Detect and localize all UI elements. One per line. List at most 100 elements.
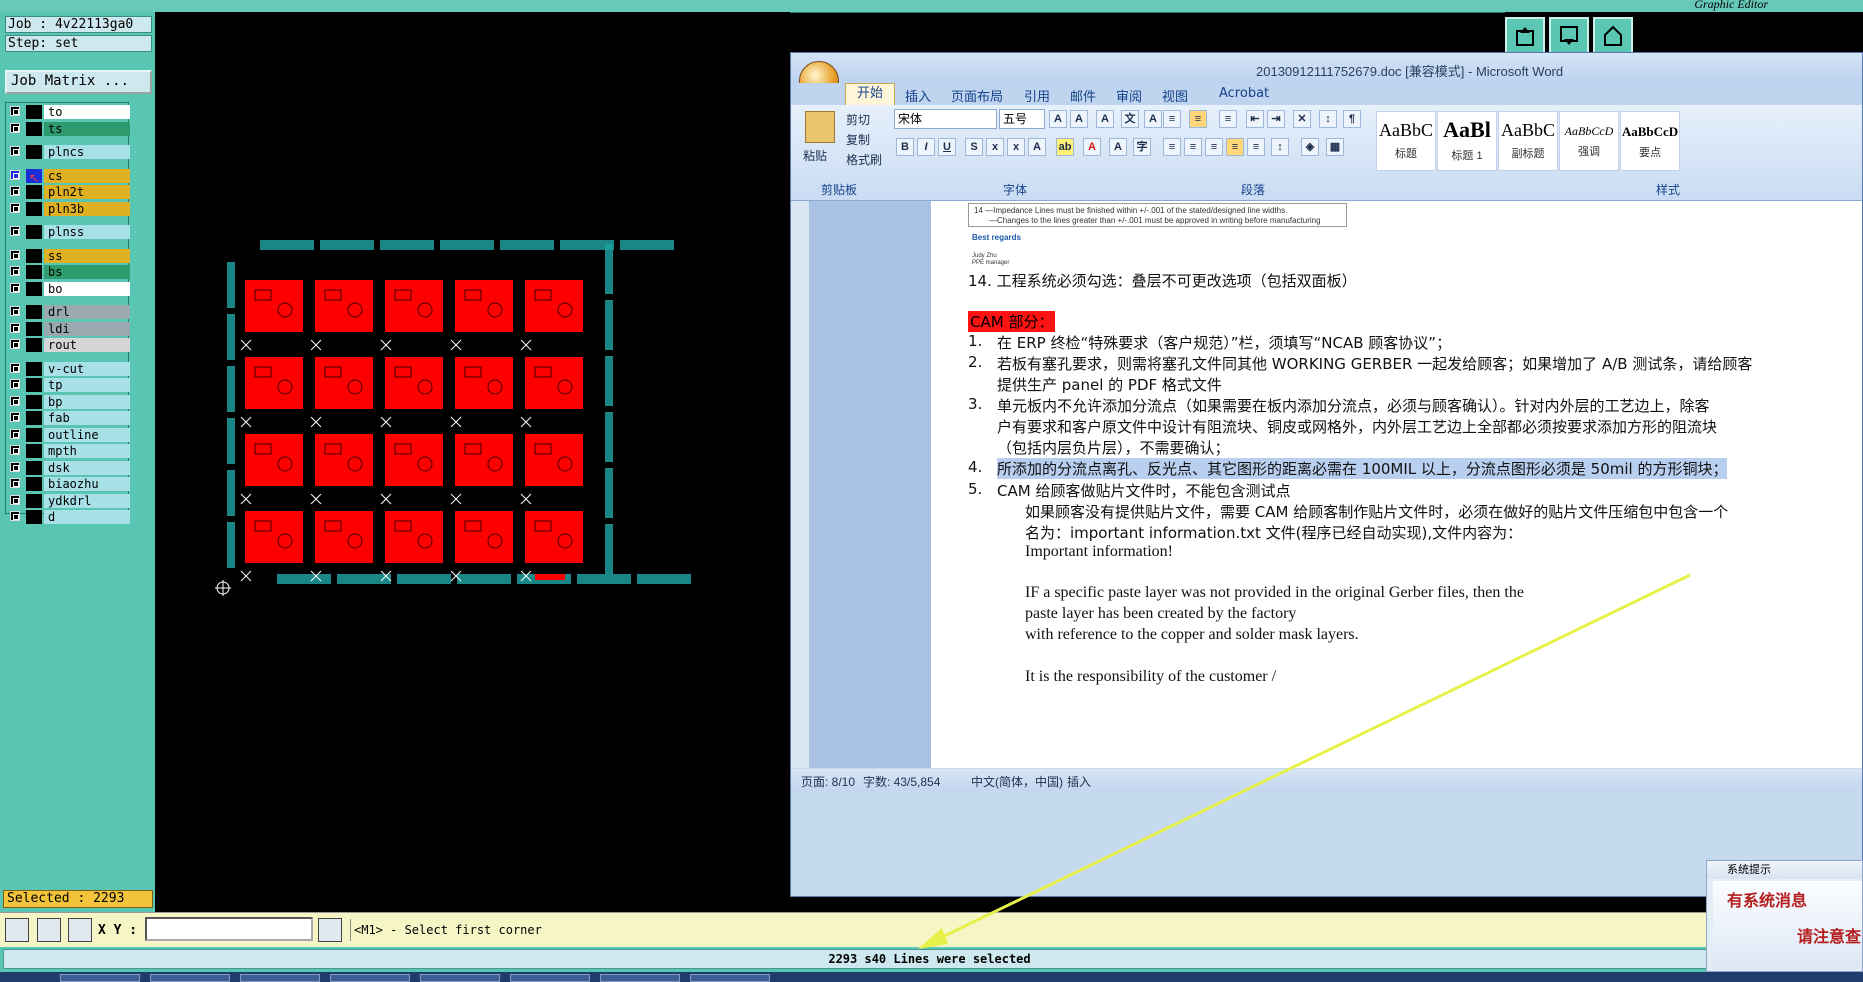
layer-row-tp[interactable]: tp: [8, 378, 130, 392]
enclose-char-icon[interactable]: 字: [1133, 138, 1151, 156]
download-icon[interactable]: [1549, 17, 1589, 55]
font-color-icon[interactable]: A: [1083, 138, 1101, 156]
system-notification-popup[interactable]: 系统提示 有系统消息 请注意查: [1706, 860, 1863, 972]
subscript-icon[interactable]: x: [986, 138, 1004, 156]
layer-row-ss[interactable]: ss: [8, 248, 130, 263]
style-2[interactable]: AaBbC 副标题: [1498, 111, 1558, 171]
upload-icon[interactable]: [1505, 17, 1545, 55]
layer-row-dsk[interactable]: dsk: [8, 460, 130, 475]
measure-icon[interactable]: [37, 918, 61, 942]
layer-row-pln2t[interactable]: pln2t: [8, 185, 130, 199]
insert-mode[interactable]: 插入: [1067, 773, 1091, 790]
shading-icon[interactable]: ◈: [1301, 138, 1319, 156]
tab-view[interactable]: 视图: [1162, 86, 1188, 105]
taskbar-item[interactable]: [60, 974, 140, 982]
layer-checkbox[interactable]: [10, 478, 20, 488]
layer-checkbox[interactable]: [10, 169, 20, 180]
paste-button[interactable]: 粘贴: [803, 147, 827, 164]
home-icon[interactable]: [1593, 17, 1633, 55]
layer-row-v-cut[interactable]: v-cut: [8, 361, 130, 376]
taskbar-item[interactable]: [510, 974, 590, 982]
borders-icon[interactable]: ▦: [1326, 138, 1344, 156]
taskbar-item[interactable]: [150, 974, 230, 982]
language-indicator[interactable]: 中文(简体，中国): [971, 773, 1063, 790]
layer-checkbox[interactable]: [10, 461, 20, 472]
layer-row-ts[interactable]: ts: [8, 121, 130, 136]
clear-format-icon[interactable]: A: [1096, 110, 1114, 128]
layer-checkbox[interactable]: [10, 226, 20, 236]
tab-insert[interactable]: 插入: [905, 86, 931, 105]
layer-checkbox[interactable]: [10, 266, 20, 276]
layer-checkbox[interactable]: [10, 186, 20, 196]
layer-checkbox[interactable]: [10, 146, 20, 156]
char-shading-icon[interactable]: A: [1109, 138, 1127, 156]
layer-row-plnss[interactable]: plnss: [8, 225, 130, 239]
style-4[interactable]: AaBbCcD 要点: [1620, 111, 1680, 171]
layer-checkbox[interactable]: [10, 494, 20, 505]
taskbar-item[interactable]: [600, 974, 680, 982]
taskbar-item[interactable]: [690, 974, 770, 982]
copy-button[interactable]: 复制: [846, 131, 870, 148]
distributed-icon[interactable]: ≡: [1247, 138, 1265, 156]
layer-row-ldi[interactable]: ldi: [8, 321, 130, 336]
layer-checkbox[interactable]: [10, 282, 20, 293]
layer-checkbox[interactable]: [10, 395, 20, 406]
layer-row-mpth[interactable]: mpth: [8, 444, 130, 458]
layer-row-ydkdrl[interactable]: ydkdrl: [8, 493, 130, 508]
align-left-icon[interactable]: ≡: [1163, 138, 1181, 156]
document-page[interactable]: 14 —Impedance Lines must be finished wit…: [931, 201, 1862, 768]
highlight-icon[interactable]: ab: [1056, 138, 1074, 156]
layer-row-plncs[interactable]: plncs: [8, 145, 130, 159]
multilevel-icon[interactable]: ≡: [1219, 110, 1237, 128]
layer-checkbox[interactable]: [10, 306, 20, 316]
graphic-canvas[interactable]: [155, 12, 790, 912]
numbering-icon[interactable]: ≡: [1189, 110, 1207, 128]
layer-row-bs[interactable]: bs: [8, 265, 130, 279]
chinese-layout-icon[interactable]: ✕: [1293, 110, 1311, 128]
layer-checkbox[interactable]: [10, 379, 20, 389]
word-count[interactable]: 字数: 43/5,854: [863, 773, 940, 790]
sort-icon[interactable]: ↕: [1319, 110, 1337, 128]
layer-row-rout[interactable]: rout: [8, 338, 130, 352]
tab-references[interactable]: 引用: [1024, 86, 1050, 105]
decrease-indent-icon[interactable]: ⇤: [1246, 110, 1264, 128]
align-right-icon[interactable]: ≡: [1205, 138, 1223, 156]
layer-row-to[interactable]: to: [8, 105, 130, 119]
layer-row-cs[interactable]: ↖ cs: [8, 168, 130, 185]
tab-review[interactable]: 审阅: [1116, 86, 1142, 105]
cursor-icon[interactable]: [318, 918, 342, 942]
tab-page-layout[interactable]: 页面布局: [951, 86, 1003, 105]
layer-checkbox[interactable]: [10, 122, 20, 133]
layer-row-d[interactable]: d: [8, 510, 130, 524]
page-indicator[interactable]: 页面: 8/10: [801, 773, 855, 790]
layer-row-fab[interactable]: fab: [8, 411, 130, 425]
taskbar-item[interactable]: [330, 974, 410, 982]
taskbar-item[interactable]: [420, 974, 500, 982]
italic-icon[interactable]: I: [917, 138, 935, 156]
align-center-icon[interactable]: ≡: [1184, 138, 1202, 156]
zoom-area-icon[interactable]: [5, 918, 29, 942]
layer-checkbox[interactable]: [10, 428, 20, 439]
layer-row-bo[interactable]: bo: [8, 281, 130, 296]
grow-font-icon[interactable]: A: [1049, 110, 1067, 128]
layer-checkbox[interactable]: [10, 249, 20, 260]
layer-row-biaozhu[interactable]: biaozhu: [8, 477, 130, 491]
char-border-icon[interactable]: A: [1144, 110, 1162, 128]
phonetic-icon[interactable]: 文: [1121, 110, 1139, 128]
font-name-select[interactable]: 宋体: [894, 109, 997, 129]
layer-checkbox[interactable]: [10, 202, 20, 213]
layer-row-pln3b[interactable]: pln3b: [8, 201, 130, 216]
line-spacing-icon[interactable]: ↕: [1271, 138, 1289, 156]
job-matrix-button[interactable]: Job Matrix ...: [5, 70, 152, 94]
layer-checkbox[interactable]: [10, 511, 20, 521]
layer-row-outline[interactable]: outline: [8, 427, 130, 442]
layer-checkbox[interactable]: [10, 412, 20, 422]
tab-home[interactable]: 开始: [845, 83, 895, 105]
increase-indent-icon[interactable]: ⇥: [1267, 110, 1285, 128]
show-marks-icon[interactable]: ¶: [1343, 110, 1361, 128]
underline-icon[interactable]: U: [938, 138, 956, 156]
tab-acrobat[interactable]: Acrobat: [1219, 86, 1269, 101]
shrink-font-icon[interactable]: A: [1070, 110, 1088, 128]
layer-row-drl[interactable]: drl: [8, 305, 130, 319]
layer-checkbox[interactable]: [10, 445, 20, 455]
